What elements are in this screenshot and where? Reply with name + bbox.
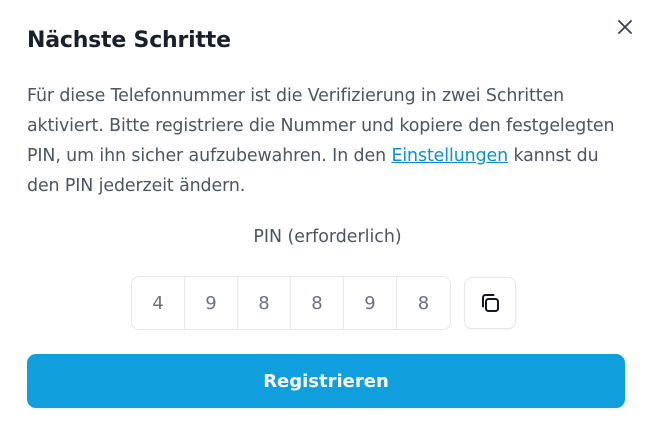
next-steps-dialog: Nächste Schritte Für diese Telefonnummer… xyxy=(0,0,655,436)
pin-label: PIN (erforderlich) xyxy=(253,227,402,247)
pin-digit-2: 9 xyxy=(185,277,238,329)
pin-digit-6: 8 xyxy=(417,292,430,314)
pin-digit-5: 9 xyxy=(344,277,397,329)
dialog-description: Für diese Telefonnummer ist die Verifizi… xyxy=(27,81,627,201)
pin-digit-4: 8 xyxy=(291,277,344,329)
pin-row: 4 9 8 8 9 8 xyxy=(131,276,516,330)
settings-link[interactable]: Einstellungen xyxy=(391,146,508,166)
dialog-title: Nächste Schritte xyxy=(27,28,231,53)
copy-pin-button[interactable] xyxy=(464,277,516,329)
pin-digit-1: 4 xyxy=(132,277,185,329)
pin-digit-3: 8 xyxy=(238,277,291,329)
close-icon xyxy=(618,20,632,34)
register-button[interactable]: Registrieren xyxy=(27,354,625,408)
copy-icon xyxy=(482,294,499,312)
pin-display: 4 9 8 8 9 8 xyxy=(131,276,451,330)
close-button[interactable] xyxy=(612,14,638,40)
